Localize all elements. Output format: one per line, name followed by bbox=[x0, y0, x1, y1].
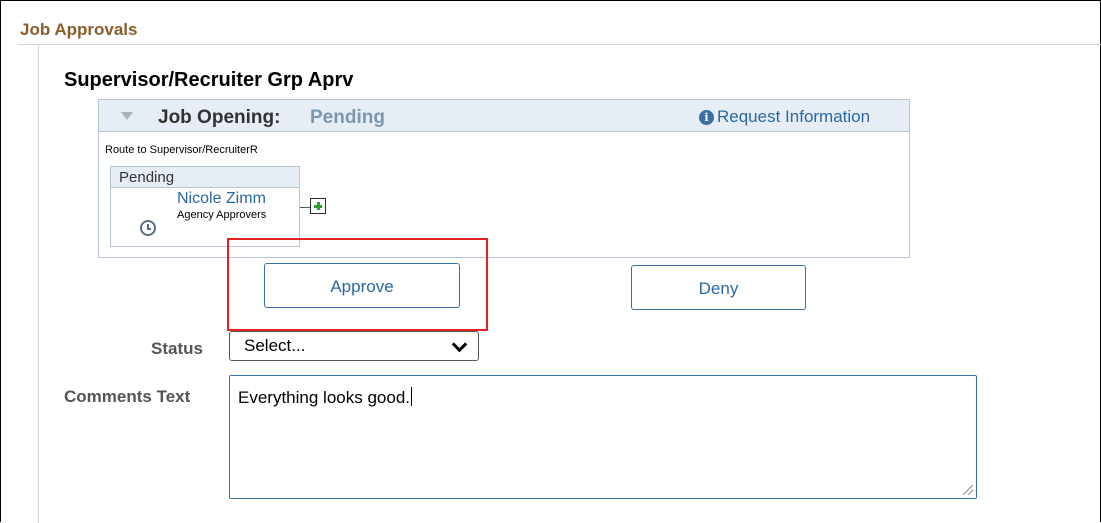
comments-label: Comments Text bbox=[64, 387, 191, 406]
page-title: Job Approvals bbox=[20, 20, 138, 39]
job-opening-label: Job Opening: bbox=[158, 107, 281, 128]
text-caret bbox=[411, 387, 412, 406]
chevron-down-icon bbox=[451, 336, 468, 353]
status-select-value: Select... bbox=[244, 336, 306, 355]
approver-name-link[interactable]: Nicole Zimm bbox=[177, 190, 266, 208]
comments-textarea[interactable]: Everything looks good. bbox=[229, 375, 977, 499]
comments-value: Everything looks good. bbox=[238, 387, 412, 408]
job-opening-status: Pending bbox=[310, 107, 385, 128]
resize-grip-icon[interactable] bbox=[963, 485, 973, 495]
comments-text: Everything looks good. bbox=[238, 388, 410, 407]
info-icon: i bbox=[699, 109, 714, 125]
step-header: Pending bbox=[111, 167, 299, 188]
status-select[interactable]: Select... bbox=[229, 331, 479, 361]
deny-button[interactable]: Deny bbox=[631, 265, 806, 310]
step-status: Pending bbox=[119, 169, 175, 186]
route-panel: Job Opening: Pending i Request Informati… bbox=[98, 99, 910, 258]
status-label: Status bbox=[151, 339, 203, 358]
clock-icon bbox=[140, 220, 156, 236]
add-plus-icon[interactable] bbox=[310, 198, 326, 214]
route-panel-header: Job Opening: Pending i Request Informati… bbox=[99, 100, 909, 132]
approval-step: Pending Nicole Zimm Agency Approvers bbox=[110, 166, 300, 247]
route-to-text: Route to Supervisor/RecruiterR bbox=[105, 144, 258, 156]
collapse-triangle-icon[interactable] bbox=[121, 112, 133, 120]
approver-group: Agency Approvers bbox=[177, 209, 267, 221]
highlight-box bbox=[227, 238, 488, 331]
section-title: Supervisor/Recruiter Grp Aprv bbox=[64, 69, 354, 91]
request-information-link[interactable]: i Request Information bbox=[699, 107, 870, 127]
step-connector bbox=[300, 207, 310, 208]
request-information-label: Request Information bbox=[717, 107, 871, 126]
